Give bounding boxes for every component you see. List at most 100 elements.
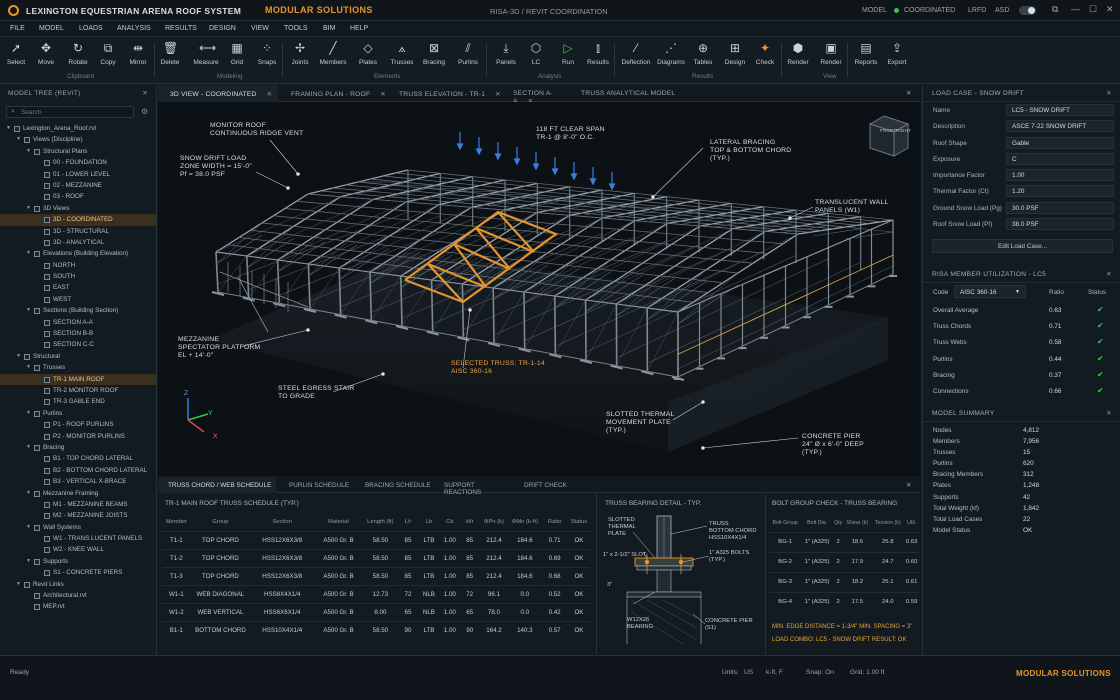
tree-item[interactable]: SOUTH [0,271,156,282]
field-value-input[interactable]: ASCE 7-22 SNOW DRIFT [1006,120,1114,133]
tree-item[interactable]: S1 - CONCRETE PIERS [0,567,156,578]
table-row[interactable]: T1-2 TOP CHORD HSS12X6X3/8 A500 Gr. B 58.50 8… [162,548,590,567]
field-value-input[interactable]: 1.20 [1006,185,1114,198]
expand-caret-icon[interactable]: ▼ [26,305,31,316]
tab-support-reactions[interactable]: SUPPORT REACTIONS [435,477,513,496]
tree-item[interactable]: Architectural.rvt [0,590,156,601]
tree-item[interactable]: ▼ Trusses [0,362,156,373]
column-header[interactable]: Section [250,514,314,531]
menu-tools[interactable]: TOOLS [284,25,308,32]
members-tool-button[interactable]: ╱ Members [317,41,349,66]
viewcube-right-label[interactable]: RIGHT [896,127,911,135]
column-header[interactable]: Bolt Group [769,515,801,532]
tree-item[interactable]: TR-3 GABLE END [0,396,156,407]
tree-item[interactable]: TR-1 MAIN ROOF [0,373,156,385]
table-row[interactable]: B1-1 BOTTOM CHORD HSS10X4X1/4 A500 Gr. B 58.… [162,620,590,639]
asd-option[interactable]: ASD [995,7,1009,14]
tree-item[interactable]: 3D - ANALYTICAL [0,237,156,248]
menu-file[interactable]: FILE [10,25,25,32]
tree-item[interactable]: NORTH [0,260,156,271]
tree-item[interactable]: P1 - ROOF PURLINS [0,419,156,430]
column-header[interactable]: Lb [418,514,440,531]
table-row[interactable]: BG-2 1" (A325) 2 17.9 24.7 0.60 [769,551,919,572]
menu-results[interactable]: RESULTS [165,25,197,32]
grid-tool-button[interactable]: ▦ Grid [221,41,253,66]
tree-item[interactable]: ▼ Lexington_Arena_Roof.rvt [0,123,156,134]
measure-tool-button[interactable]: ⟷ Measure [190,41,222,66]
tree-item[interactable]: 01 - LOWER LEVEL [0,169,156,180]
expand-caret-icon[interactable]: ▼ [26,408,31,419]
field-value-input[interactable]: 1.00 [1006,169,1114,182]
tree-item[interactable]: M1 - MEZZANINE BEAMS [0,499,156,510]
panels-tool-button[interactable]: ⤓ Panels [490,41,522,66]
column-header[interactable]: Member [162,514,191,531]
grid-status[interactable]: Grid: 1.00 ft [850,669,884,676]
column-header[interactable]: ΦPn (k) [480,514,509,531]
close-section-icon[interactable]: ✕ [1106,270,1112,278]
tree-item[interactable]: B2 - BOTTOM CHORD LATERAL [0,465,156,476]
export-tool-button[interactable]: ⇪ Export [881,41,913,66]
field-value-input[interactable]: 30.0 PSF [1006,201,1114,214]
tree-item[interactable]: ▼ Sections (Building Section) [0,305,156,316]
restore-view-icon[interactable]: ⧉ [1052,4,1058,15]
rotate-tool-button[interactable]: ↻ Rotate [62,41,94,66]
expand-caret-icon[interactable]: ▼ [6,123,11,134]
render-view-button[interactable]: ▣ Render [815,41,847,66]
lrfd-option[interactable]: LRFD [968,7,986,14]
tree-item[interactable]: ▼ Structural Plans [0,146,156,157]
tree-item[interactable]: ▼ Structural [0,351,156,362]
tree-item[interactable]: MEP.rvt [0,601,156,612]
delete-tool-button[interactable]: 🗑 Delete [154,41,186,66]
expand-caret-icon[interactable]: ▼ [16,134,21,145]
tree-item[interactable]: ▼ Views (Discipline) [0,134,156,145]
units-value[interactable]: US [744,669,753,676]
tree-item[interactable]: B3 - VERTICAL X-BRACE [0,476,156,487]
table-row[interactable]: BG-3 1" (A325) 2 18.2 25.1 0.61 [769,571,919,592]
column-header[interactable]: Util. [904,515,919,532]
tree-item[interactable]: P2 - MONITOR PURLINS [0,431,156,442]
tree-item[interactable]: TR-2 MONITOR ROOF [0,385,156,396]
mirror-tool-button[interactable]: ⇹ Mirror [122,41,154,66]
snaps-tool-button[interactable]: ⁘ Snaps [251,41,283,66]
tab-truss-analytical-model[interactable]: TRUSS ANALYTICAL MODEL [571,85,681,102]
tree-item[interactable]: ▼ Elevations (Building Elevation) [0,248,156,259]
menu-bim[interactable]: BIM [323,25,335,32]
trusses-tool-button[interactable]: ⟑ Trusses [386,41,418,66]
menu-analysis[interactable]: ANALYSIS [117,25,151,32]
purlins-tool-button[interactable]: ⫽ Purlins [452,41,484,66]
tree-item[interactable]: ▼ Wall Systems [0,522,156,533]
minimize-icon[interactable]: — [1071,4,1080,14]
viewcube-front-label[interactable]: FRONT [880,127,897,135]
expand-caret-icon[interactable]: ▼ [26,522,31,533]
units-detail[interactable]: k-ft, F [766,669,783,676]
tree-search-input[interactable] [21,108,131,117]
expand-caret-icon[interactable]: ▼ [26,203,31,214]
tree-item[interactable]: 02 - MEZZANINE [0,180,156,191]
3d-viewport[interactable]: FRONT RIGHT Z Y X MONITOR ROOF CONTINUOU… [158,102,920,476]
tree-item[interactable]: EAST [0,282,156,293]
column-header[interactable]: ΦMn (k-ft) [508,514,541,531]
menu-design[interactable]: DESIGN [209,25,236,32]
field-value-input[interactable]: LC5 - SNOW DRIFT [1006,104,1114,116]
tab-bracing-schedule[interactable]: BRACING SCHEDULE [356,477,434,493]
column-header[interactable]: Bolt Dia. [801,515,833,532]
load-case-tool-button[interactable]: ⬡ LC [520,41,552,66]
copy-tool-button[interactable]: ⧉ Copy [92,41,124,66]
expand-caret-icon[interactable]: ▼ [26,146,31,157]
close-schedule-icon[interactable]: ✕ [906,477,911,493]
design-tool-button[interactable]: ⊞ Design [719,41,751,66]
field-value-input[interactable]: Gable [1006,136,1114,149]
tables-tool-button[interactable]: ⊕ Tables [687,41,719,66]
menu-view[interactable]: VIEW [251,25,269,32]
tab-drift-check[interactable]: DRIFT CHECK [514,477,570,493]
check-tool-button[interactable]: ✦ Check [749,41,781,66]
tree-item[interactable]: ▼ 3D Views [0,203,156,214]
render-tool-button[interactable]: ⬢ Render [782,41,814,66]
close-section-icon[interactable]: ✕ [1106,89,1112,97]
run-analysis-button[interactable]: ▷ Run [552,41,584,66]
tree-item[interactable]: ▼ Bracing [0,442,156,453]
tree-item[interactable]: 3D - COORDINATED [0,214,156,226]
column-header[interactable]: L/r [398,514,418,531]
edit-load-case-button[interactable]: Edit Load Case... [932,239,1113,253]
field-value-input[interactable]: 38.0 PSF [1006,218,1114,231]
